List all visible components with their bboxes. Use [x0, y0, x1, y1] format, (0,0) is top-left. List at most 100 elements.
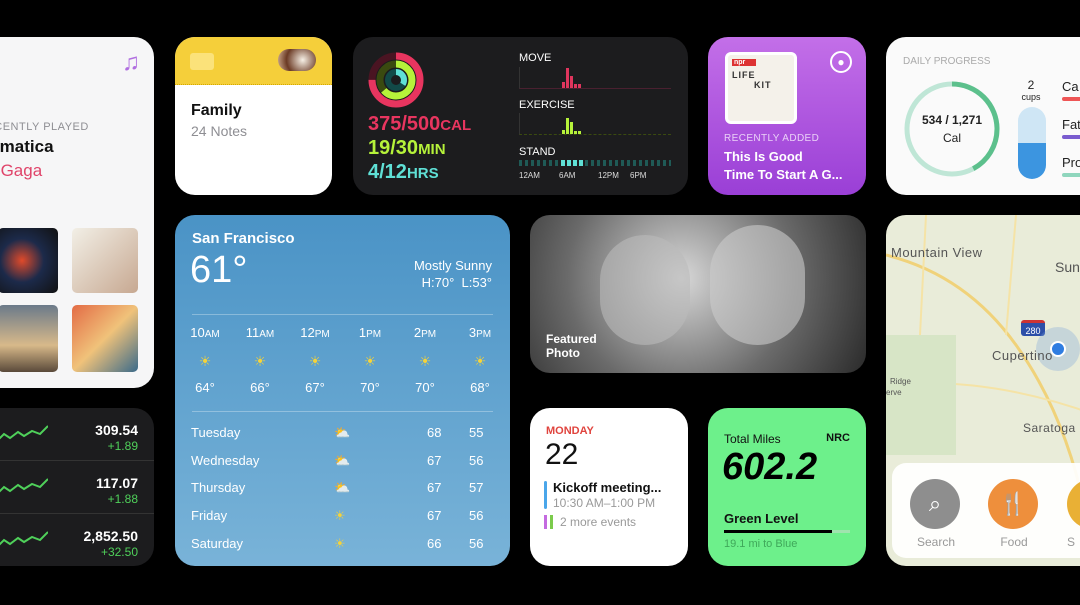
stock-row[interactable]: 117.07 +1.88 — [0, 461, 154, 514]
stock-price: 309.54 — [95, 422, 138, 438]
search-button[interactable]: ⌕ Search — [910, 479, 962, 549]
place-label: Saratoga — [1023, 421, 1076, 435]
calorie-unit: Cal — [942, 131, 961, 145]
high-low: H:70° L:53° — [421, 275, 492, 290]
stock-price: 2,852.50 — [83, 528, 139, 544]
hour-temp: 70° — [360, 380, 380, 395]
activity-rings-icon — [368, 52, 424, 108]
hour-column: 1PM ☀ 70° — [350, 325, 390, 395]
hour-column: 11AM ☀ 66° — [240, 325, 280, 395]
sun-icon: ☀ — [308, 353, 322, 369]
place-label: Ridge — [890, 377, 911, 386]
exercise-value: 19/30MIN — [368, 137, 446, 160]
calendar-widget[interactable]: MONDAY 22 Kickoff meeting... 10:30 AM–1:… — [530, 408, 688, 566]
maps-widget[interactable]: Mountain View Sunnyvale 280 Cupertino Ri… — [886, 215, 1080, 566]
category-icon — [1067, 479, 1080, 529]
album-art[interactable] — [72, 305, 138, 372]
forecast-row: Thursday ⛅ 67 57 — [191, 480, 492, 508]
sparkline — [0, 425, 48, 440]
stand-chart — [519, 160, 671, 166]
notes-widget[interactable]: Family 24 Notes — [175, 37, 332, 195]
featured-photo-label: Featured Photo — [546, 332, 597, 360]
stand-value: 4/12HRS — [368, 161, 439, 184]
move-value: 375/500CAL — [368, 113, 471, 136]
stock-row[interactable]: 309.54 +1.89 — [0, 408, 154, 461]
macro-label: Ca — [1062, 79, 1079, 94]
date-number: 22 — [545, 438, 579, 471]
stand-unit: HRS — [406, 165, 439, 182]
forecast-row: Tuesday ⛅ 68 55 — [191, 425, 492, 453]
stocks-widget[interactable]: 309.54 +1.89 117.07 +1.88 2,852.50 +32.50 — [0, 408, 154, 566]
nike-run-club-widget[interactable]: Total Miles NRC 602.2 Green Level 19.1 m… — [708, 408, 866, 566]
time-tick: 12PM — [598, 171, 619, 180]
album-art[interactable] — [0, 305, 58, 372]
map-actions-tray: ⌕ Search 🍴 Food S — [892, 463, 1080, 558]
place-label: Sunnyvale — [1055, 259, 1080, 275]
sun-icon: ☀ — [253, 353, 267, 369]
npr-logo: npr — [732, 59, 756, 66]
weather-widget[interactable]: San Francisco 61° Mostly Sunny H:70° L:5… — [175, 215, 510, 566]
sun-icon: ☀ — [334, 535, 346, 551]
total-miles-value: 602.2 — [722, 446, 818, 488]
low-temp: 56 — [469, 508, 484, 524]
macro-label: Pro — [1062, 155, 1080, 170]
exercise-label: EXERCISE — [519, 99, 575, 111]
art-word: LIFE — [732, 70, 756, 80]
sparkline — [0, 478, 48, 493]
low-temp: 56 — [469, 535, 484, 551]
hour-period: PM — [366, 329, 382, 340]
daily-progress-widget[interactable]: DAILY PROGRESS 534 / 1,271 Cal 2 cups Ca… — [886, 37, 1080, 195]
third-button[interactable]: S — [1067, 479, 1080, 549]
low-temp: 57 — [469, 480, 484, 496]
event-title[interactable]: Kickoff meeting... — [553, 480, 661, 495]
hour-temp: 66° — [250, 380, 270, 395]
hour-temp: 67° — [305, 380, 325, 395]
music-widget[interactable]: ♫ RECENTLY PLAYED Chromatica Lady Gaga — [0, 37, 154, 388]
cups-count: 2 — [1027, 78, 1035, 92]
hour-period: AM — [204, 329, 220, 340]
podcasts-icon: ● — [830, 51, 852, 73]
search-icon: ⌕ — [910, 479, 960, 529]
food-button[interactable]: 🍴 Food — [988, 479, 1040, 549]
hour-period: PM — [421, 329, 437, 340]
album-art[interactable] — [72, 228, 138, 293]
move-number: 375/500 — [368, 113, 441, 135]
day-name: Tuesday — [191, 425, 241, 440]
city-name: San Francisco — [192, 230, 295, 247]
art-word: KIT — [754, 80, 772, 90]
hour: 11 — [245, 325, 260, 340]
high-temp: 67 — [427, 452, 442, 468]
low-temp: 55 — [469, 425, 484, 440]
total-miles-label: Total Miles — [724, 432, 781, 446]
folder-icon — [190, 53, 214, 70]
stock-change: +1.89 — [107, 439, 138, 453]
activity-widget[interactable]: 375/500CAL 19/30MIN 4/12HRS MOVE EXERCIS… — [353, 37, 688, 195]
episode-title-2: Time To Start A G... — [724, 167, 843, 182]
daily-progress-title: DAILY PROGRESS — [903, 56, 991, 67]
high-temp: 66 — [427, 535, 442, 551]
low-temp: 56 — [469, 452, 484, 468]
episode-title: This Is Good — [724, 149, 803, 164]
third-label: S — [1067, 535, 1076, 549]
podcasts-widget[interactable]: npr LIFE KIT ● RECENTLY ADDED This Is Go… — [708, 37, 866, 195]
hour-period: PM — [476, 329, 492, 340]
hour-period: PM — [314, 329, 330, 340]
day-name: Thursday — [191, 480, 246, 496]
sun-icon: ☀ — [363, 353, 377, 369]
move-unit: CAL — [440, 117, 472, 134]
stock-row[interactable]: 2,852.50 +32.50 — [0, 514, 154, 566]
calorie-ring — [904, 81, 1000, 177]
day-name: Friday — [191, 508, 228, 524]
high-temp: 68 — [427, 425, 442, 440]
sparkline — [0, 531, 48, 546]
to-next-level: 19.1 mi to Blue — [724, 538, 798, 550]
artist-name: Lady Gaga — [0, 161, 43, 180]
album-art[interactable] — [0, 228, 58, 293]
podcast-artwork[interactable]: npr LIFE KIT — [725, 52, 797, 124]
hour-column: 12PM ☀ 67° — [295, 325, 335, 395]
more-events[interactable]: 2 more events — [560, 515, 636, 529]
forecast-row: Friday ☀ 67 56 — [191, 508, 492, 536]
sun-icon: ☀ — [418, 353, 432, 369]
photos-widget[interactable]: Featured Photo — [530, 215, 866, 373]
macro-label: Fat — [1062, 117, 1080, 132]
